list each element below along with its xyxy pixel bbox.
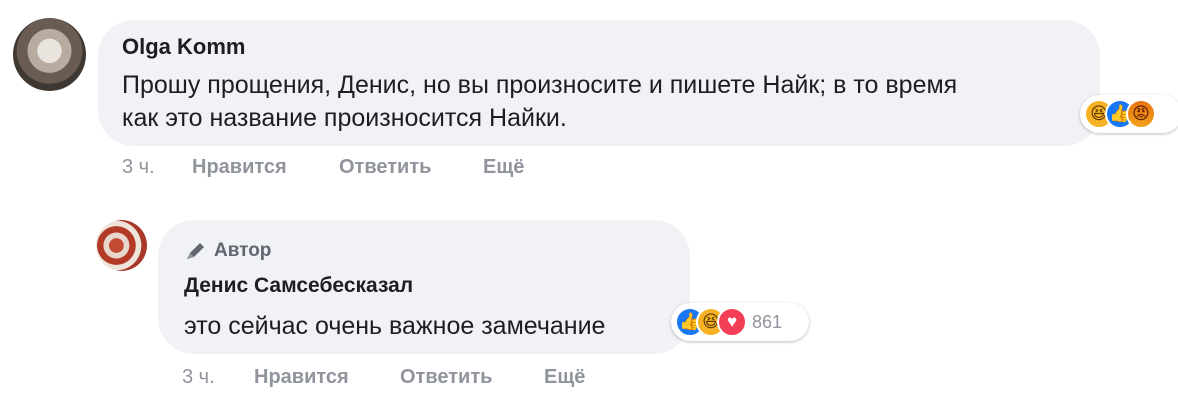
like-button[interactable]: Нравится — [192, 156, 339, 179]
comment-author[interactable]: Денис Самсебесказал — [184, 274, 413, 298]
comment-actions: 3 ч. Нравится Ответить Ещё — [182, 366, 585, 389]
reply-button[interactable]: Ответить — [400, 366, 544, 389]
more-button[interactable]: Ещё — [483, 156, 524, 179]
comments-thread: Olga Komm Прошу прощения, Денис, но вы п… — [0, 0, 1178, 412]
more-button[interactable]: Ещё — [544, 366, 585, 389]
like-button[interactable]: Нравится — [254, 366, 400, 389]
love-reaction-icon: ♥ — [717, 307, 747, 337]
reactions-summary[interactable]: 👍 😆 ♥ 861 — [671, 303, 809, 341]
comment-author[interactable]: Olga Komm — [122, 34, 245, 60]
reactions-summary[interactable]: 😆 👍 😡 — [1080, 95, 1178, 133]
comment-actions: 3 ч. Нравится Ответить Ещё — [122, 156, 524, 179]
comment-text-line: это сейчас очень важное замечание — [184, 312, 606, 340]
comment-text-line: как это название произносится Найки. — [122, 104, 567, 132]
comment-timestamp[interactable]: 3 ч. — [182, 366, 254, 389]
reaction-count: 861 — [752, 311, 783, 332]
avatar[interactable] — [96, 220, 147, 271]
author-badge: Автор — [184, 240, 271, 262]
reply-button[interactable]: Ответить — [339, 156, 483, 179]
avatar[interactable] — [13, 18, 86, 91]
comment-text-line: Прошу прощения, Денис, но вы произносите… — [122, 71, 958, 99]
angry-reaction-icon: 😡 — [1126, 99, 1156, 129]
pencil-icon — [187, 243, 204, 259]
comment-timestamp[interactable]: 3 ч. — [122, 156, 192, 179]
author-badge-label: Автор — [214, 240, 272, 261]
